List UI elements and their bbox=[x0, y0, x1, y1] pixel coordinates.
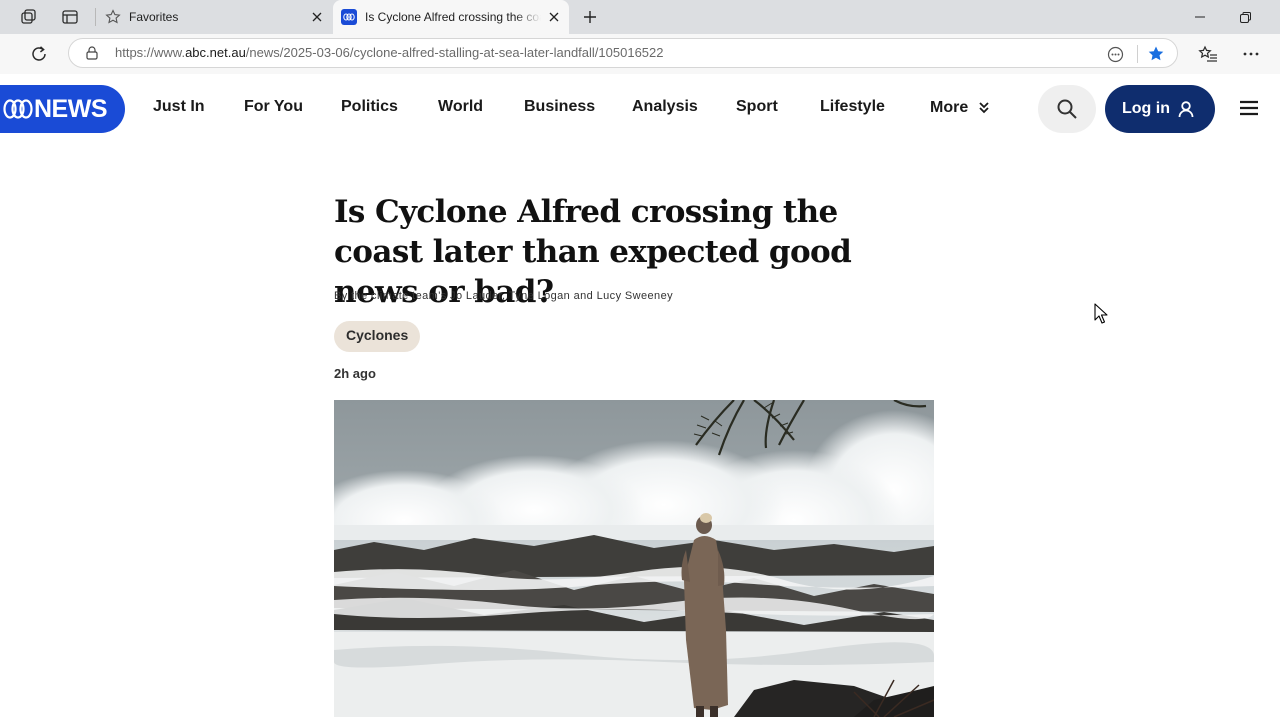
lock-icon[interactable] bbox=[84, 45, 100, 61]
nav-business[interactable]: Business bbox=[524, 98, 595, 116]
nav-more-label: More bbox=[930, 99, 969, 116]
nav-just-in[interactable]: Just In bbox=[153, 98, 205, 116]
url-text[interactable]: https://www.abc.net.au/news/2025-03-06/c… bbox=[115, 39, 664, 67]
url-domain: abc.net.au bbox=[185, 45, 246, 60]
url-path: /news/2025-03-06/cyclone-alfred-stalling… bbox=[245, 45, 664, 60]
collections-icon[interactable] bbox=[1197, 43, 1219, 65]
new-tab-icon[interactable] bbox=[580, 7, 600, 27]
abc-news-logo[interactable]: NEWS bbox=[0, 85, 125, 133]
url-prefix: https://www. bbox=[115, 45, 186, 60]
nav-analysis[interactable]: Analysis bbox=[632, 98, 698, 116]
browser-toolbar: https://www.abc.net.au/news/2025-03-06/c… bbox=[0, 34, 1280, 75]
chevron-double-down-icon bbox=[979, 102, 989, 114]
nav-world[interactable]: World bbox=[438, 98, 483, 116]
article-timestamp: 2h ago bbox=[334, 366, 376, 381]
tab-title: Is Cyclone Alfred crossing the coast bbox=[365, 10, 541, 24]
tab-actions-icon[interactable] bbox=[59, 7, 81, 27]
address-bar[interactable]: https://www.abc.net.au/news/2025-03-06/c… bbox=[68, 38, 1178, 68]
login-label: Log in bbox=[1122, 100, 1170, 117]
tab-article[interactable]: Is Cyclone Alfred crossing the coast bbox=[333, 0, 569, 34]
restore-icon[interactable] bbox=[1235, 7, 1255, 27]
user-icon bbox=[1178, 101, 1194, 118]
article-hero-image[interactable] bbox=[334, 400, 934, 717]
nav-politics[interactable]: Politics bbox=[341, 98, 398, 116]
tab-favorites[interactable]: Favorites bbox=[96, 0, 332, 34]
topic-tag-cyclones[interactable]: Cyclones bbox=[334, 321, 421, 352]
abc-favicon-icon bbox=[341, 9, 357, 25]
favorite-star-icon[interactable] bbox=[1146, 44, 1166, 64]
tab-title: Favorites bbox=[129, 10, 179, 24]
logo-text: NEWS bbox=[34, 95, 108, 123]
reader-icon[interactable] bbox=[1106, 45, 1124, 63]
search-button[interactable] bbox=[1038, 85, 1096, 133]
abc-lissajous-icon bbox=[3, 99, 33, 119]
close-icon[interactable] bbox=[310, 10, 324, 24]
nav-sport[interactable]: Sport bbox=[736, 98, 778, 116]
hamburger-menu-icon[interactable] bbox=[1238, 99, 1264, 119]
search-icon bbox=[1057, 99, 1077, 119]
article-byline: By the climate team's Jo Lauder, Tyne Lo… bbox=[334, 290, 673, 302]
nav-lifestyle[interactable]: Lifestyle bbox=[820, 98, 885, 116]
favorites-star-icon bbox=[104, 8, 122, 26]
close-icon[interactable] bbox=[547, 10, 561, 24]
refresh-icon[interactable] bbox=[28, 43, 50, 65]
login-button[interactable]: Log in bbox=[1105, 85, 1215, 133]
site-header: NEWS Just In For You Politics World Busi… bbox=[0, 74, 1280, 144]
nav-more[interactable]: More bbox=[930, 98, 991, 117]
nav-for-you[interactable]: For You bbox=[244, 98, 303, 116]
workspaces-icon[interactable] bbox=[18, 7, 40, 27]
minimize-icon[interactable] bbox=[1190, 7, 1210, 27]
cursor-icon bbox=[1094, 303, 1108, 324]
more-icon[interactable] bbox=[1240, 43, 1262, 65]
omnibox-divider bbox=[1137, 45, 1138, 63]
browser-tab-bar: Favorites Is Cyclone Alfred crossing the… bbox=[0, 0, 1280, 34]
